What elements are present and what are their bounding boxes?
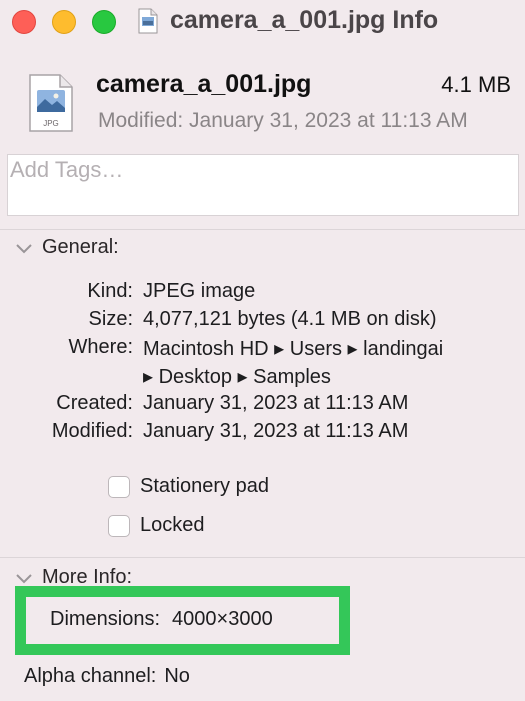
stationery-pad-checkbox[interactable]: Stationery pad <box>108 475 269 498</box>
locked-checkbox[interactable]: Locked <box>108 514 205 537</box>
info-window: camera_a_001.jpg Info JPG camera_a_001.j… <box>0 0 525 701</box>
where-row: Where: Macintosh HD ▸ Users ▸ landingai <box>0 336 525 364</box>
alpha-channel-row: Alpha channel: No <box>24 665 190 688</box>
divider <box>0 557 525 558</box>
alpha-channel-label: Alpha channel: <box>24 665 157 687</box>
modified-date: Modified: January 31, 2023 at 11:13 AM <box>98 109 468 132</box>
tags-input[interactable] <box>7 154 519 216</box>
size-value: 4,077,121 bytes (4.1 MB on disk) <box>143 308 437 330</box>
size-label: Size: <box>88 308 133 330</box>
dimensions-label: Dimensions: <box>50 608 161 630</box>
close-window-button[interactable] <box>12 10 36 34</box>
kind-row: Kind: JPEG image <box>0 280 525 308</box>
where-continued-value: ▸ Desktop ▸ Samples <box>143 366 331 388</box>
created-row: Created: January 31, 2023 at 11:13 AM <box>0 392 525 420</box>
created-value: January 31, 2023 at 11:13 AM <box>143 392 409 414</box>
title-bar: camera_a_001.jpg Info <box>0 0 525 44</box>
locked-label: Locked <box>140 514 205 536</box>
modified-value: January 31, 2023 at 11:13 AM <box>143 420 409 442</box>
checkbox-box[interactable] <box>108 514 130 537</box>
created-label: Created: <box>56 392 133 414</box>
chevron-down-icon <box>16 243 32 253</box>
general-section-header[interactable]: General: <box>14 236 119 259</box>
checkbox-box[interactable] <box>108 475 130 498</box>
minimize-window-button[interactable] <box>52 10 76 34</box>
zoom-window-button[interactable] <box>92 10 116 34</box>
divider <box>0 229 525 230</box>
general-section-label: General: <box>42 236 119 258</box>
size-row: Size: 4,077,121 bytes (4.1 MB on disk) <box>0 308 525 336</box>
kind-label: Kind: <box>87 280 133 302</box>
svg-text:JPG: JPG <box>43 119 59 128</box>
dimensions-row: Dimensions: 4000×3000 <box>50 608 273 631</box>
where-value: Macintosh HD ▸ Users ▸ landingai <box>143 338 444 360</box>
window-title: camera_a_001.jpg Info <box>170 6 439 34</box>
where-label: Where: <box>68 336 133 358</box>
modified-row: Modified: January 31, 2023 at 11:13 AM <box>0 420 525 448</box>
modified-label: Modified: <box>51 420 133 442</box>
chevron-down-icon <box>16 573 32 583</box>
stationery-pad-label: Stationery pad <box>140 475 269 497</box>
dimensions-value: 4000×3000 <box>172 608 273 630</box>
where-continued-row: ▸ Desktop ▸ Samples <box>0 364 525 392</box>
jpg-document-icon <box>138 8 158 34</box>
jpg-file-icon: JPG <box>29 74 73 132</box>
kind-value: JPEG image <box>143 280 256 302</box>
file-name: camera_a_001.jpg <box>96 70 312 98</box>
alpha-channel-value: No <box>164 665 190 687</box>
file-size: 4.1 MB <box>441 72 511 97</box>
